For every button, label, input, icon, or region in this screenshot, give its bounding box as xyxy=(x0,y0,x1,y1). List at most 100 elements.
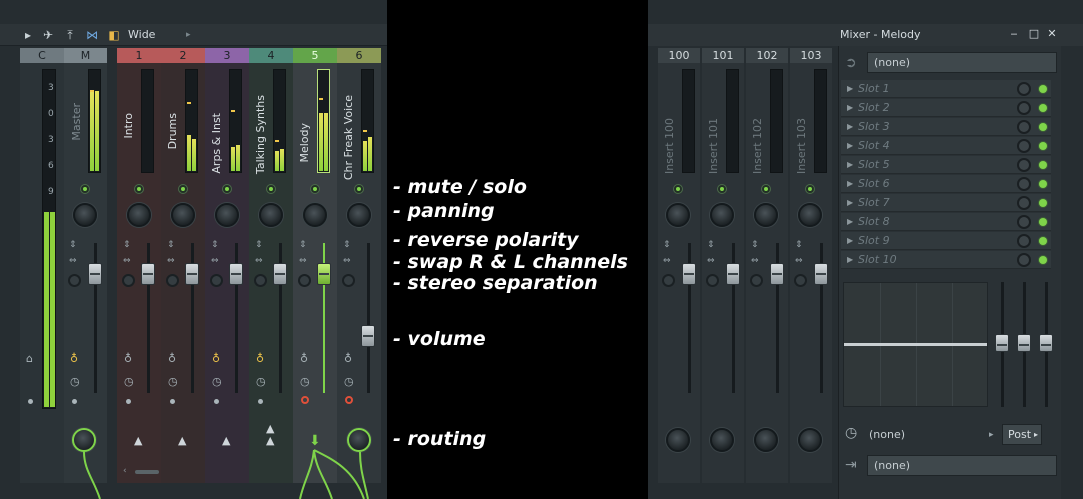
strip-label[interactable]: Insert 100 xyxy=(663,118,676,174)
slot-enable-led[interactable] xyxy=(1039,199,1047,207)
swap-icon[interactable]: ⇔ xyxy=(69,256,77,266)
strip-label[interactable]: Chr Freak Voice xyxy=(342,95,355,180)
swap-icon[interactable]: ⇔ xyxy=(299,256,307,266)
pan-knob[interactable] xyxy=(710,203,734,227)
stereo-separation-knob[interactable] xyxy=(166,274,179,287)
scrollbar-thumb[interactable] xyxy=(135,470,159,474)
mute-solo-led[interactable] xyxy=(354,184,364,194)
stereo-separation-knob[interactable] xyxy=(254,274,267,287)
slot-enable-led[interactable] xyxy=(1039,123,1047,131)
pan-knob[interactable] xyxy=(127,203,151,227)
polarity-icon[interactable]: ⇕ xyxy=(707,240,715,250)
slot-mix-knob[interactable] xyxy=(1017,82,1031,96)
slot-mix-knob[interactable] xyxy=(1017,101,1031,115)
lock-icon[interactable]: ♁ xyxy=(212,353,220,365)
input-select[interactable]: (none) xyxy=(867,52,1057,73)
slot-arrow-icon[interactable]: ▶ xyxy=(847,156,853,174)
slot-mix-knob[interactable] xyxy=(1017,139,1031,153)
swap-icon[interactable]: ⇔ xyxy=(123,256,131,266)
slot-mix-knob[interactable] xyxy=(1017,253,1031,267)
polarity-icon[interactable]: ⇕ xyxy=(123,240,131,250)
view-preset[interactable]: Wide xyxy=(128,27,155,43)
sidechain-arrow-icon[interactable]: ▸ xyxy=(989,430,994,440)
swap-icon[interactable]: ⇔ xyxy=(255,256,263,266)
slot-arrow-icon[interactable]: ▶ xyxy=(847,80,853,98)
strip-label[interactable]: Master xyxy=(70,103,83,141)
clock-icon[interactable]: ◷ xyxy=(845,426,857,440)
mute-solo-led[interactable] xyxy=(134,184,144,194)
stereo-separation-knob[interactable] xyxy=(794,274,807,287)
stereo-separation-knob[interactable] xyxy=(750,274,763,287)
volume-fader[interactable] xyxy=(141,263,155,285)
volume-fader[interactable] xyxy=(726,263,740,285)
swap-icon[interactable]: ⇔ xyxy=(751,256,759,266)
strip-label[interactable]: Drums xyxy=(166,113,179,149)
fx-slot[interactable]: ▶ Slot 4 xyxy=(841,137,1051,155)
polarity-icon[interactable]: ⇕ xyxy=(795,240,803,250)
strip-label[interactable]: Talking Synths xyxy=(254,95,267,174)
swap-icon[interactable]: ⇔ xyxy=(663,256,671,266)
fx-slot[interactable]: ▶ Slot 6 xyxy=(841,175,1051,193)
pan-knob[interactable] xyxy=(303,203,327,227)
fx-slot[interactable]: ▶ Slot 7 xyxy=(841,194,1051,212)
volume-fader[interactable] xyxy=(273,263,287,285)
fx-slot[interactable]: ▶ Slot 2 xyxy=(841,99,1051,117)
pan-knob[interactable] xyxy=(73,203,97,227)
fx-slot[interactable]: ▶ Slot 8 xyxy=(841,213,1051,231)
volume-fader[interactable] xyxy=(229,263,243,285)
slot-arrow-icon[interactable]: ▶ xyxy=(847,137,853,155)
mute-solo-led[interactable] xyxy=(222,184,232,194)
slot-mix-knob[interactable] xyxy=(1017,120,1031,134)
clock-icon[interactable]: ◷ xyxy=(124,376,134,388)
route-knob[interactable] xyxy=(754,428,778,452)
volume-fader[interactable] xyxy=(185,263,199,285)
clock-icon[interactable]: ◷ xyxy=(212,376,222,388)
pan-knob[interactable] xyxy=(171,203,195,227)
pan-knob[interactable] xyxy=(347,203,371,227)
polarity-icon[interactable]: ⇕ xyxy=(751,240,759,250)
slot-arrow-icon[interactable]: ▶ xyxy=(847,99,853,117)
stereo-separation-knob[interactable] xyxy=(68,274,81,287)
lock-icon[interactable]: ♁ xyxy=(256,353,264,365)
strip-label[interactable]: Insert 101 xyxy=(707,118,720,174)
volume-fader[interactable] xyxy=(770,263,784,285)
slot-enable-led[interactable] xyxy=(1039,104,1047,112)
polarity-icon[interactable]: ⇕ xyxy=(211,240,219,250)
swap-icon[interactable]: ⇔ xyxy=(795,256,803,266)
stereo-separation-knob[interactable] xyxy=(210,274,223,287)
slot-mix-knob[interactable] xyxy=(1017,215,1031,229)
fx-slot[interactable]: ▶ Slot 10 xyxy=(841,251,1051,269)
mute-solo-led[interactable] xyxy=(717,184,727,194)
polarity-icon[interactable]: ⇕ xyxy=(343,240,351,250)
clock-icon[interactable]: ◷ xyxy=(168,376,178,388)
swap-icon[interactable]: ⇔ xyxy=(707,256,715,266)
eq-mid-fader[interactable] xyxy=(1017,334,1031,352)
polarity-icon[interactable]: ⇕ xyxy=(69,240,77,250)
slot-enable-led[interactable] xyxy=(1039,218,1047,226)
mute-solo-led[interactable] xyxy=(310,184,320,194)
lock-icon[interactable]: ♁ xyxy=(300,353,308,365)
eq-high-fader[interactable] xyxy=(1039,334,1053,352)
clock-icon[interactable]: ◷ xyxy=(70,376,80,388)
slot-mix-knob[interactable] xyxy=(1017,196,1031,210)
volume-fader[interactable] xyxy=(317,263,331,285)
fx-slot[interactable]: ▶ Slot 1 xyxy=(841,80,1051,98)
record-icon[interactable] xyxy=(345,396,353,404)
pan-knob[interactable] xyxy=(215,203,239,227)
output-select[interactable]: (none) xyxy=(867,455,1057,476)
menu-arrow-icon[interactable]: ▸ xyxy=(20,27,36,43)
lock-icon[interactable]: ⌂ xyxy=(26,353,33,365)
lock-icon[interactable]: ♁ xyxy=(124,353,132,365)
upload-icon[interactable]: ⤒ xyxy=(62,27,78,43)
slot-mix-knob[interactable] xyxy=(1017,177,1031,191)
volume-fader[interactable] xyxy=(361,325,375,347)
strip-label[interactable]: Intro xyxy=(122,113,135,139)
volume-fader[interactable] xyxy=(88,263,102,285)
stereo-separation-knob[interactable] xyxy=(342,274,355,287)
stereo-separation-knob[interactable] xyxy=(122,274,135,287)
minimize-icon[interactable]: ‒ xyxy=(1006,26,1022,42)
slot-arrow-icon[interactable]: ▶ xyxy=(847,251,853,269)
slot-enable-led[interactable] xyxy=(1039,256,1047,264)
mute-solo-led[interactable] xyxy=(80,184,90,194)
polarity-icon[interactable]: ⇕ xyxy=(167,240,175,250)
